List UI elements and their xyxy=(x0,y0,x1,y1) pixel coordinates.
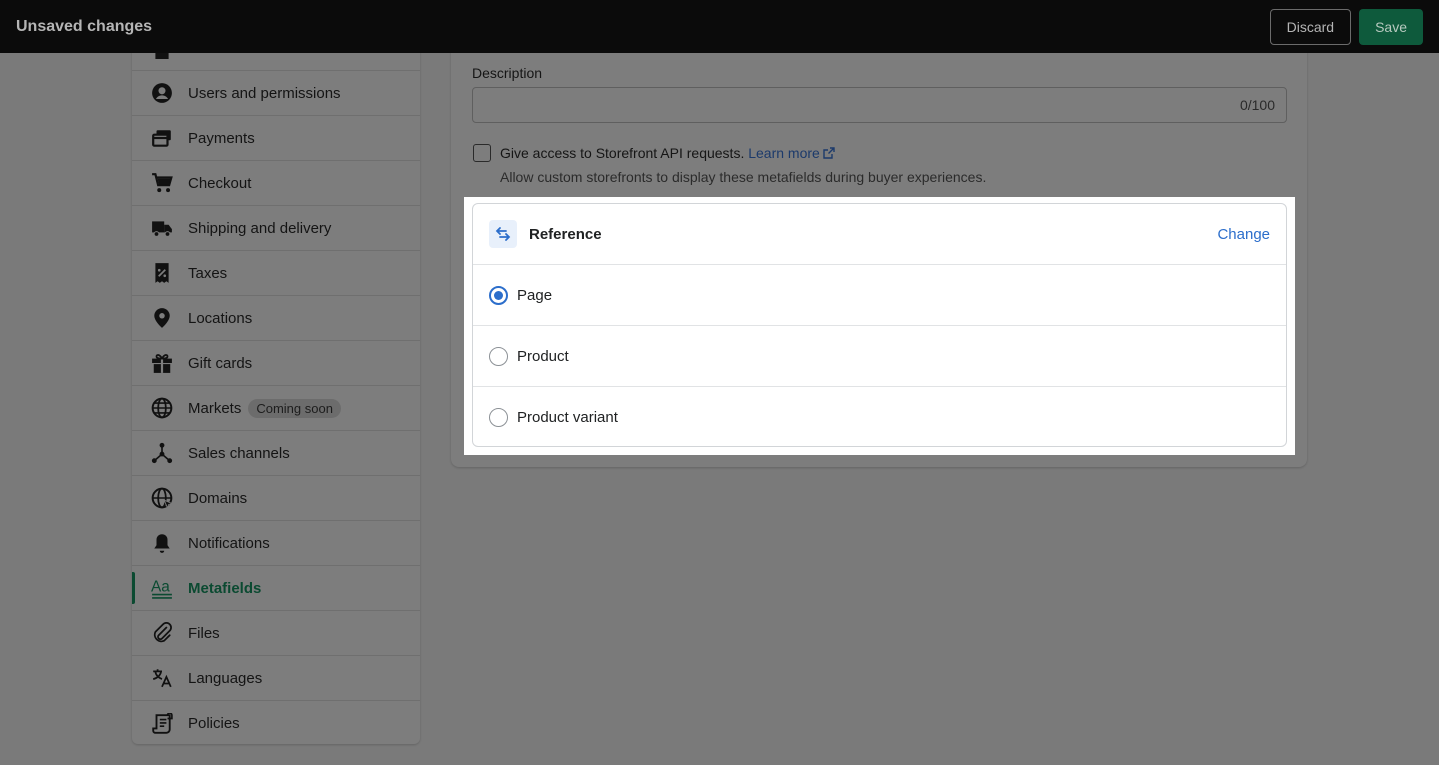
reference-arrows-icon xyxy=(489,220,517,248)
payments-icon xyxy=(151,127,173,149)
sidebar-item-label: Languages xyxy=(188,669,263,687)
sidebar-item-label: Locations xyxy=(188,309,253,327)
radio-label: Product variant xyxy=(517,409,618,426)
policy-document-icon xyxy=(151,712,173,735)
globe-domain-icon xyxy=(151,487,173,509)
sidebar-item-metafields[interactable]: Aa Metafields xyxy=(132,566,420,611)
radio-selected-dot xyxy=(494,290,503,300)
reference-header: Reference Change xyxy=(473,204,1286,265)
globe-icon xyxy=(151,397,173,419)
discard-button[interactable]: Discard xyxy=(1269,8,1352,45)
svg-text:Aa: Aa xyxy=(151,578,170,595)
sidebar-item-label: Gift cards xyxy=(188,354,253,372)
gift-icon xyxy=(151,352,173,374)
radio-button[interactable] xyxy=(489,285,508,305)
radio-button[interactable] xyxy=(489,346,508,366)
radio-label: Product xyxy=(517,347,569,365)
sidebar-item-label: Shipping and delivery xyxy=(188,219,332,237)
sidebar-item-label: Markets xyxy=(188,399,242,417)
user-circle-icon xyxy=(151,82,173,104)
sidebar-item-markets[interactable]: Markets Coming soon xyxy=(132,386,420,431)
translate-icon xyxy=(151,667,173,689)
metafields-icon: Aa xyxy=(151,577,173,599)
change-type-link[interactable]: Change xyxy=(1217,226,1270,243)
sidebar-item-shipping-and-delivery[interactable]: Shipping and delivery xyxy=(132,206,420,251)
sidebar-item-checkout[interactable]: Checkout xyxy=(132,161,420,206)
truck-icon xyxy=(151,217,173,239)
learn-more-link[interactable]: Learn more xyxy=(748,145,835,161)
description-field[interactable]: 0/100 xyxy=(472,87,1287,123)
sidebar-item-users-and-permissions[interactable]: Users and permissions xyxy=(132,71,420,116)
sidebar-item-label: Metafields xyxy=(188,579,262,597)
radio-label: Page xyxy=(517,286,553,304)
description-label: Description xyxy=(472,65,543,81)
sidebar-item-sales-channels[interactable]: Sales channels xyxy=(132,431,420,476)
sidebar-item-languages[interactable]: Languages xyxy=(132,656,420,701)
storefront-access-help-text: Allow custom storefronts to display thes… xyxy=(500,169,987,185)
sidebar-item-label: Notifications xyxy=(188,534,270,552)
location-pin-icon xyxy=(151,307,173,329)
settings-sidebar: Users and permissions Payments Checkout … xyxy=(132,26,420,744)
bell-icon xyxy=(151,532,173,554)
storefront-access-text: Give access to Storefront API requests. xyxy=(500,145,745,161)
coming-soon-badge: Coming soon xyxy=(248,398,341,418)
sidebar-item-label: Policies xyxy=(188,715,240,732)
cart-icon xyxy=(151,172,173,194)
sidebar-item-gift-cards[interactable]: Gift cards xyxy=(132,341,420,386)
contextual-save-bar: Unsaved changes Discard Save xyxy=(0,0,1439,53)
reference-highlight: Reference Change Page Product Product va… xyxy=(464,197,1295,455)
reference-type-box: Reference Change Page Product Product va… xyxy=(472,203,1287,447)
learn-more-text: Learn more xyxy=(748,145,820,161)
paperclip-icon xyxy=(151,622,173,644)
sidebar-item-label: Files xyxy=(188,624,220,642)
save-button[interactable]: Save xyxy=(1359,8,1423,45)
unsaved-changes-title: Unsaved changes xyxy=(16,17,153,35)
sidebar-item-label: Domains xyxy=(188,489,248,507)
radio-button[interactable] xyxy=(489,408,508,427)
sidebar-item-label: Payments xyxy=(188,129,255,147)
storefront-access-label: Give access to Storefront API requests. … xyxy=(500,145,835,161)
channels-icon xyxy=(151,442,173,464)
sidebar-item-domains[interactable]: Domains xyxy=(132,476,420,521)
reference-option-page[interactable]: Page xyxy=(473,265,1286,326)
sidebar-item-label: Users and permissions xyxy=(188,84,341,102)
sidebar-item-label: Sales channels xyxy=(188,444,290,462)
sidebar-item-notifications[interactable]: Notifications xyxy=(132,521,420,566)
reference-option-product-variant[interactable]: Product variant xyxy=(473,387,1286,448)
save-bar-actions: Discard Save xyxy=(1269,8,1423,45)
sidebar-item-label: Checkout xyxy=(188,174,252,192)
sidebar-item-taxes[interactable]: Taxes xyxy=(132,251,420,296)
storefront-access-checkbox[interactable] xyxy=(473,144,491,162)
sidebar-item-payments[interactable]: Payments xyxy=(132,116,420,161)
reference-option-product[interactable]: Product xyxy=(473,326,1286,387)
external-link-icon xyxy=(823,147,835,159)
sidebar-item-locations[interactable]: Locations xyxy=(132,296,420,341)
description-character-count: 0/100 xyxy=(1239,97,1275,113)
sidebar-item-policies[interactable]: Policies xyxy=(132,701,420,744)
sidebar-item-files[interactable]: Files xyxy=(132,611,420,656)
reference-title: Reference xyxy=(529,225,602,243)
tax-receipt-icon xyxy=(151,262,173,284)
sidebar-item-label: Taxes xyxy=(188,264,228,282)
